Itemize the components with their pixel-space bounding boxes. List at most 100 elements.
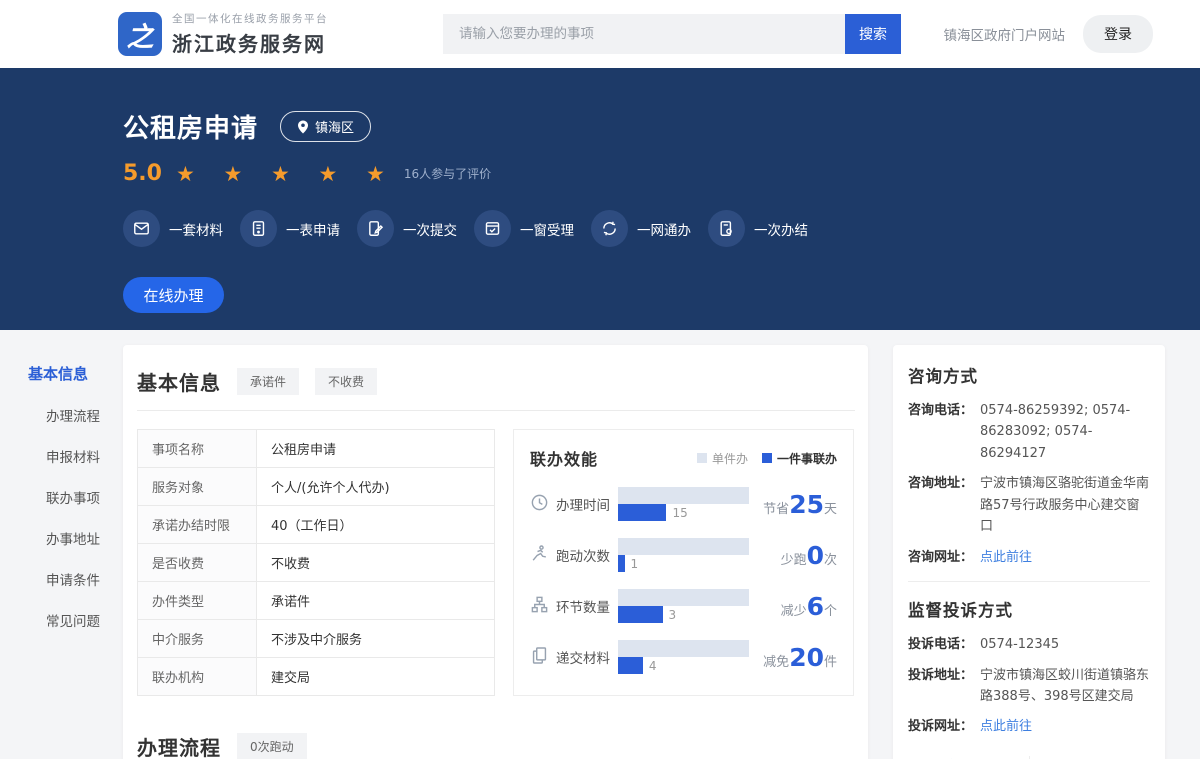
nav-item-materials[interactable]: 申报材料 <box>0 446 123 466</box>
nav-item-basic-info[interactable]: 基本信息 <box>0 363 123 384</box>
badge-free: 不收费 <box>315 368 377 395</box>
legend-joint: 一件事联办 <box>762 450 837 467</box>
legend-swatch-blue <box>762 453 772 463</box>
anchor-nav: 基本信息 办理流程 申报材料 联办事项 办事地址 申请条件 常见问题 <box>0 363 123 651</box>
complaint-title: 监督投诉方式 <box>908 597 1150 621</box>
efficiency-row-steps: 环节数量 3 减少6个 <box>530 589 837 623</box>
nav-item-address[interactable]: 办事地址 <box>0 528 123 548</box>
nodes-icon <box>530 595 550 618</box>
feature-submit: 一次提交 <box>357 210 458 247</box>
bar-time: 15 <box>618 487 749 521</box>
rating-count: 16人参与了评价 <box>404 165 491 182</box>
platform-tagline: 全国一体化在线政务服务平台 <box>172 11 328 26</box>
site-name: 浙江政务服务网 <box>172 28 328 57</box>
legend-swatch-gray <box>697 453 707 463</box>
search-button[interactable]: 搜索 <box>845 14 901 54</box>
header-right: 镇海区政府门户网站 登录 <box>944 15 1154 53</box>
consult-website-row: 咨询网址： 点此前往 <box>908 547 1150 568</box>
run-icon <box>530 544 550 567</box>
finish-icon <box>708 210 745 247</box>
feature-material: 一套材料 <box>123 210 224 247</box>
bar-blue <box>618 606 663 623</box>
docs-icon <box>530 646 550 669</box>
envelope-icon <box>123 210 160 247</box>
efficiency-title: 联办效能 <box>530 446 598 470</box>
district-label: 镇海区 <box>315 117 354 136</box>
badge-promise: 承诺件 <box>237 368 299 395</box>
window-check-icon <box>474 210 511 247</box>
table-row: 办件类型承诺件 <box>138 582 495 620</box>
consult-address-row: 咨询地址： 宁波市镇海区骆驼街道金华南路57号行政服务中心建交窗口 <box>908 473 1150 537</box>
complaint-website-row: 投诉网址： 点此前往 <box>908 716 1150 737</box>
bar-blue <box>618 555 625 572</box>
hero-banner: 公租房申请 镇海区 5.0 ★ ★ ★ ★ ★ 16人参与了评价 一套材料 <box>0 68 1200 330</box>
rating-stars: ★ ★ ★ ★ ★ <box>176 162 396 186</box>
clock-icon <box>530 493 550 516</box>
network-icon <box>591 210 628 247</box>
service-title: 公租房申请 <box>123 108 258 145</box>
basic-info-title: 基本信息 <box>137 367 221 396</box>
feature-window: 一窗受理 <box>474 210 575 247</box>
joint-efficiency-panel: 联办效能 单件办 一件事联办 <box>513 429 854 696</box>
bar-materials: 4 <box>618 640 749 674</box>
efficiency-row-trips: 跑动次数 1 少跑0次 <box>530 538 837 572</box>
bar-gray <box>618 589 749 606</box>
bar-blue <box>618 657 643 674</box>
submit-icon <box>357 210 394 247</box>
bar-gray <box>618 640 749 657</box>
bar-trips: 1 <box>618 538 749 572</box>
nav-item-conditions[interactable]: 申请条件 <box>0 569 123 589</box>
bar-gray <box>618 487 749 504</box>
page-body: 基本信息 办理流程 申报材料 联办事项 办事地址 申请条件 常见问题 基本信息 … <box>0 330 1200 759</box>
stat-steps: 减少6个 <box>781 592 837 621</box>
consult-phone-row: 咨询电话： 0574-86259392; 0574-86283092; 0574… <box>908 400 1150 464</box>
logo-mark-icon: 之 <box>118 12 162 56</box>
form-icon <box>240 210 277 247</box>
rating-score: 5.0 <box>123 161 162 186</box>
table-row: 事项名称公租房申请 <box>138 430 495 468</box>
basic-info-table: 事项名称公租房申请 服务对象个人/(允许个人代办) 承诺办结时限40（工作日） … <box>137 429 495 696</box>
portal-site-link[interactable]: 镇海区政府门户网站 <box>944 24 1066 44</box>
nav-item-faq[interactable]: 常见问题 <box>0 610 123 630</box>
main-content-card: 基本信息 承诺件 不收费 事项名称公租房申请 服务对象个人/(允许个人代办) 承… <box>123 345 868 759</box>
nav-item-process[interactable]: 办理流程 <box>0 405 123 425</box>
nav-item-joint-items[interactable]: 联办事项 <box>0 487 123 507</box>
district-badge[interactable]: 镇海区 <box>280 111 371 142</box>
consult-title: 咨询方式 <box>908 363 1150 387</box>
login-button[interactable]: 登录 <box>1083 15 1153 53</box>
stat-materials: 减免20件 <box>763 643 837 672</box>
feature-list: 一套材料 一表申请 一次提交 一窗受理 <box>123 210 1200 247</box>
complaint-phone-row: 投诉电话： 0574-12345 <box>908 634 1150 655</box>
process-section: 办理流程 0次跑动 <box>137 732 855 759</box>
stat-time: 节省25天 <box>763 490 837 519</box>
process-title: 办理流程 <box>137 732 221 759</box>
card-divider <box>908 581 1150 582</box>
table-row: 承诺办结时限40（工作日） <box>138 506 495 544</box>
chart-legend: 单件办 一件事联办 <box>683 450 837 467</box>
site-logo[interactable]: 之 全国一体化在线政务服务平台 浙江政务服务网 <box>118 11 328 57</box>
online-apply-button[interactable]: 在线办理 <box>123 277 224 313</box>
table-row: 服务对象个人/(允许个人代办) <box>138 468 495 506</box>
table-row: 中介服务不涉及中介服务 <box>138 620 495 658</box>
contact-card: 咨询方式 咨询电话： 0574-86259392; 0574-86283092;… <box>893 345 1165 759</box>
complaint-goto-link[interactable]: 点此前往 <box>980 716 1032 737</box>
complaint-address-row: 投诉地址： 宁波市镇海区蛟川街道镇骆东路388号、398号区建交局 <box>908 665 1150 708</box>
search-input[interactable] <box>443 14 845 54</box>
bar-blue <box>618 504 666 521</box>
bar-gray <box>618 538 749 555</box>
search-bar: 搜索 <box>443 14 901 54</box>
zero-trips-badge: 0次跑动 <box>237 733 307 759</box>
feature-finish: 一次办结 <box>708 210 809 247</box>
location-pin-icon <box>297 120 309 134</box>
feature-form: 一表申请 <box>240 210 341 247</box>
section-divider <box>137 410 855 411</box>
feature-network: 一网通办 <box>591 210 692 247</box>
logo-text: 全国一体化在线政务服务平台 浙江政务服务网 <box>172 11 328 57</box>
stat-trips: 少跑0次 <box>781 541 837 570</box>
efficiency-row-materials: 递交材料 4 减免20件 <box>530 640 837 674</box>
consult-goto-link[interactable]: 点此前往 <box>980 547 1032 568</box>
legend-single: 单件办 <box>697 450 748 467</box>
bar-steps: 3 <box>618 589 749 623</box>
efficiency-row-time: 办理时间 15 节省25天 <box>530 487 837 521</box>
table-row: 是否收费不收费 <box>138 544 495 582</box>
